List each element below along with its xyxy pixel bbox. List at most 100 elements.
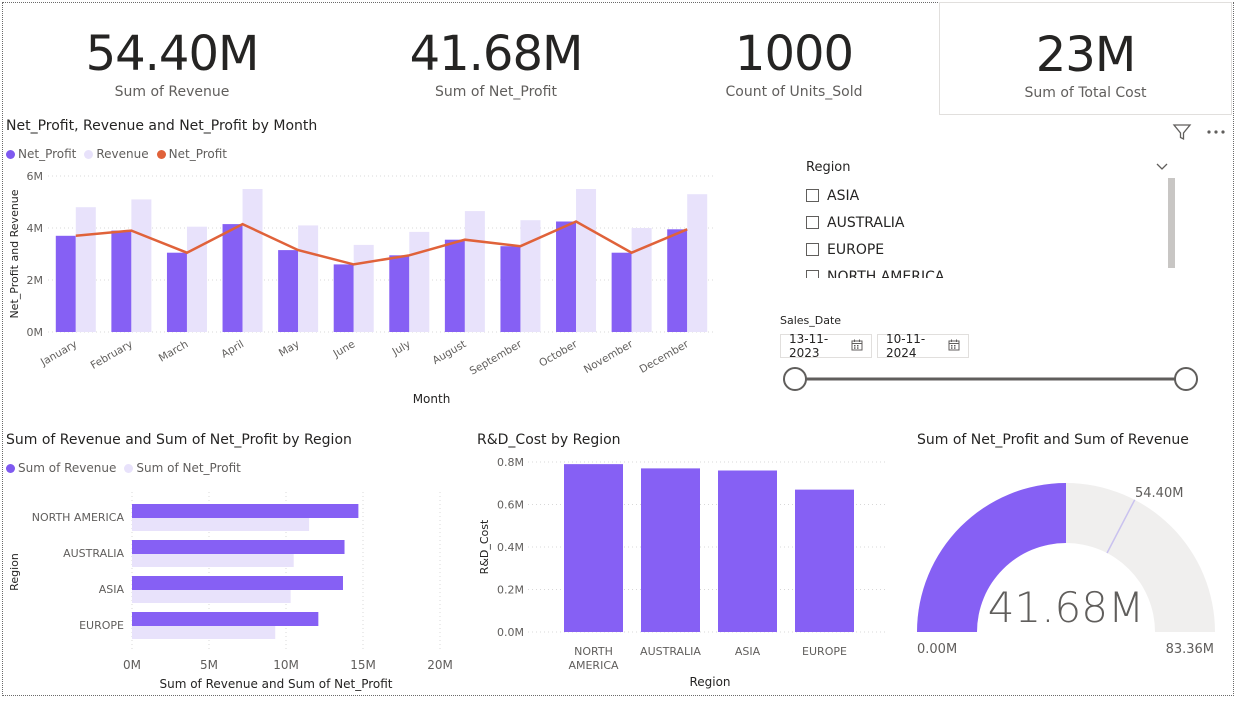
bar-revenue[interactable] — [520, 220, 541, 332]
legend-label: Sum of Net_Profit — [136, 461, 241, 475]
bar-net-profit[interactable] — [389, 255, 410, 332]
kpi-label: Count of Units_Sold — [725, 84, 863, 100]
legend-item[interactable]: Revenue — [84, 147, 149, 161]
slider-start-handle[interactable] — [783, 367, 807, 391]
bar-net-profit[interactable] — [278, 250, 299, 332]
slicer-option-europe[interactable]: EUROPE — [806, 236, 1176, 263]
bar-revenue[interactable] — [132, 612, 319, 626]
gauge-chart[interactable]: 41.68M 0.00M 83.36M 54.40M — [905, 470, 1230, 695]
bar-revenue[interactable] — [132, 540, 345, 554]
bar-net-profit[interactable] — [333, 264, 354, 332]
checkbox[interactable] — [806, 243, 819, 256]
end-date-input[interactable]: 10-11-2024 — [877, 332, 969, 360]
slicer-option-label: NORTH AMERICA — [827, 268, 945, 279]
kpi-card-units-sold[interactable]: 1000 Count of Units_Sold — [684, 28, 904, 100]
kpi-card-net-profit[interactable]: 41.68M Sum of Net_Profit — [386, 28, 606, 100]
bar-net-profit[interactable] — [667, 229, 688, 332]
bar-net-profit[interactable] — [222, 224, 243, 332]
x-tick-label: September — [468, 338, 525, 378]
bar-revenue[interactable] — [132, 576, 343, 590]
bar-revenue[interactable] — [353, 244, 374, 332]
bar-net-profit[interactable] — [166, 252, 187, 332]
legend-item[interactable]: Net_Profit — [6, 147, 76, 161]
legend-item[interactable]: Net_Profit — [156, 147, 227, 161]
bar-revenue[interactable] — [464, 211, 485, 332]
region-bar-chart-title: Sum of Revenue and Sum of Net_Profit by … — [6, 432, 352, 448]
bar-net-profit[interactable] — [556, 221, 577, 333]
legend-item[interactable]: Sum of Revenue — [6, 461, 116, 475]
chevron-down-icon[interactable] — [1155, 160, 1169, 176]
bar-revenue[interactable] — [631, 228, 652, 332]
slicer-option-asia[interactable]: ASIA — [806, 182, 1176, 209]
kpi-value: 23M — [1035, 27, 1137, 83]
x-tick-label: 10M — [273, 658, 299, 672]
bar-net-profit[interactable] — [55, 235, 76, 332]
x-tick-label: March — [157, 338, 191, 364]
bar-revenue[interactable] — [298, 225, 319, 332]
calendar-icon[interactable] — [948, 339, 960, 354]
bar-revenue[interactable] — [409, 231, 430, 332]
region-slicer[interactable]: Region ASIA AUSTRALIA EUROPE NORTH AMERI… — [806, 160, 1176, 278]
slider-end-handle[interactable] — [1174, 367, 1198, 391]
y-tick-label: EUROPE — [79, 619, 124, 632]
bar-net-profit[interactable] — [444, 239, 465, 332]
kpi-label: Sum of Net_Profit — [435, 84, 557, 100]
legend-label: Net_Profit — [18, 147, 77, 161]
bar-revenue[interactable] — [75, 207, 96, 332]
gauge-target-label: 54.40M — [1135, 486, 1183, 501]
bar-net-profit[interactable] — [132, 626, 276, 639]
bar-revenue[interactable] — [131, 199, 152, 332]
checkbox[interactable] — [806, 270, 819, 278]
bar-net-profit[interactable] — [132, 590, 291, 603]
x-tick-label: 5M — [200, 658, 218, 672]
bar-revenue[interactable] — [186, 226, 207, 332]
bar-rd-cost[interactable] — [795, 489, 854, 632]
x-tick-label: 15M — [350, 658, 376, 672]
legend-item[interactable]: Sum of Net_Profit — [124, 461, 241, 475]
slicer-option-north-america[interactable]: NORTH AMERICA — [806, 263, 1176, 278]
rd-cost-chart[interactable]: 0.0M 0.2M 0.4M 0.6M 0.8M NORTHAMERICA AUSTRALI… — [470, 450, 900, 695]
y-axis-title: R&D_Cost — [478, 519, 491, 574]
gauge-title: Sum of Net_Profit and Sum of Revenue — [917, 432, 1189, 448]
y-tick-label: 0.2M — [497, 584, 524, 597]
slicer-option-australia[interactable]: AUSTRALIA — [806, 209, 1176, 236]
bar-revenue[interactable] — [576, 189, 597, 332]
calendar-icon[interactable] — [851, 339, 863, 354]
gauge-min-label: 0.00M — [917, 642, 957, 657]
bar-rd-cost[interactable] — [641, 468, 700, 632]
bar-revenue[interactable] — [242, 189, 263, 332]
y-tick-label: 2M — [27, 274, 44, 287]
more-options-icon[interactable] — [1205, 122, 1227, 146]
kpi-value: 41.68M — [409, 26, 584, 82]
start-date-input[interactable]: 13-11-2023 — [780, 332, 872, 360]
kpi-card-total-cost[interactable]: 23M Sum of Total Cost — [939, 2, 1232, 115]
y-tick-label: 4M — [27, 222, 44, 235]
slicer-option-label: ASIA — [827, 187, 860, 204]
bar-rd-cost[interactable] — [564, 464, 623, 632]
bar-net-profit[interactable] — [111, 230, 132, 332]
gauge-value: 41.68M — [988, 583, 1144, 632]
x-tick-label: January — [38, 338, 79, 369]
x-tick-label: July — [390, 338, 413, 358]
slicer-scrollbar[interactable] — [1168, 178, 1175, 268]
bar-net-profit[interactable] — [132, 554, 294, 567]
checkbox[interactable] — [806, 216, 819, 229]
x-axis-title: Sum of Revenue and Sum of Net_Profit — [159, 677, 392, 691]
bar-net-profit[interactable] — [132, 518, 310, 531]
legend-label: Sum of Revenue — [18, 461, 117, 475]
region-bar-chart[interactable]: 0M 5M 10M 15M 20M NORTH AMERICA AUSTRALIA ASIA E… — [0, 480, 470, 695]
legend-dot — [84, 149, 94, 159]
bar-rd-cost[interactable] — [718, 470, 777, 633]
bar-revenue[interactable] — [132, 504, 359, 518]
end-date-value: 10-11-2024 — [886, 332, 926, 360]
kpi-label: Sum of Revenue — [114, 84, 230, 100]
rd-chart-title: R&D_Cost by Region — [477, 432, 621, 448]
bar-net-profit[interactable] — [611, 252, 632, 332]
date-range-slider-track[interactable] — [780, 364, 1200, 396]
monthly-chart[interactable]: 0M 2M 4M 6M January February March April May June… — [0, 160, 730, 410]
filter-icon[interactable] — [1172, 122, 1192, 146]
bar-revenue[interactable] — [687, 194, 708, 332]
kpi-card-revenue[interactable]: 54.40M Sum of Revenue — [62, 28, 282, 100]
bar-net-profit[interactable] — [500, 246, 521, 332]
checkbox[interactable] — [806, 189, 819, 202]
